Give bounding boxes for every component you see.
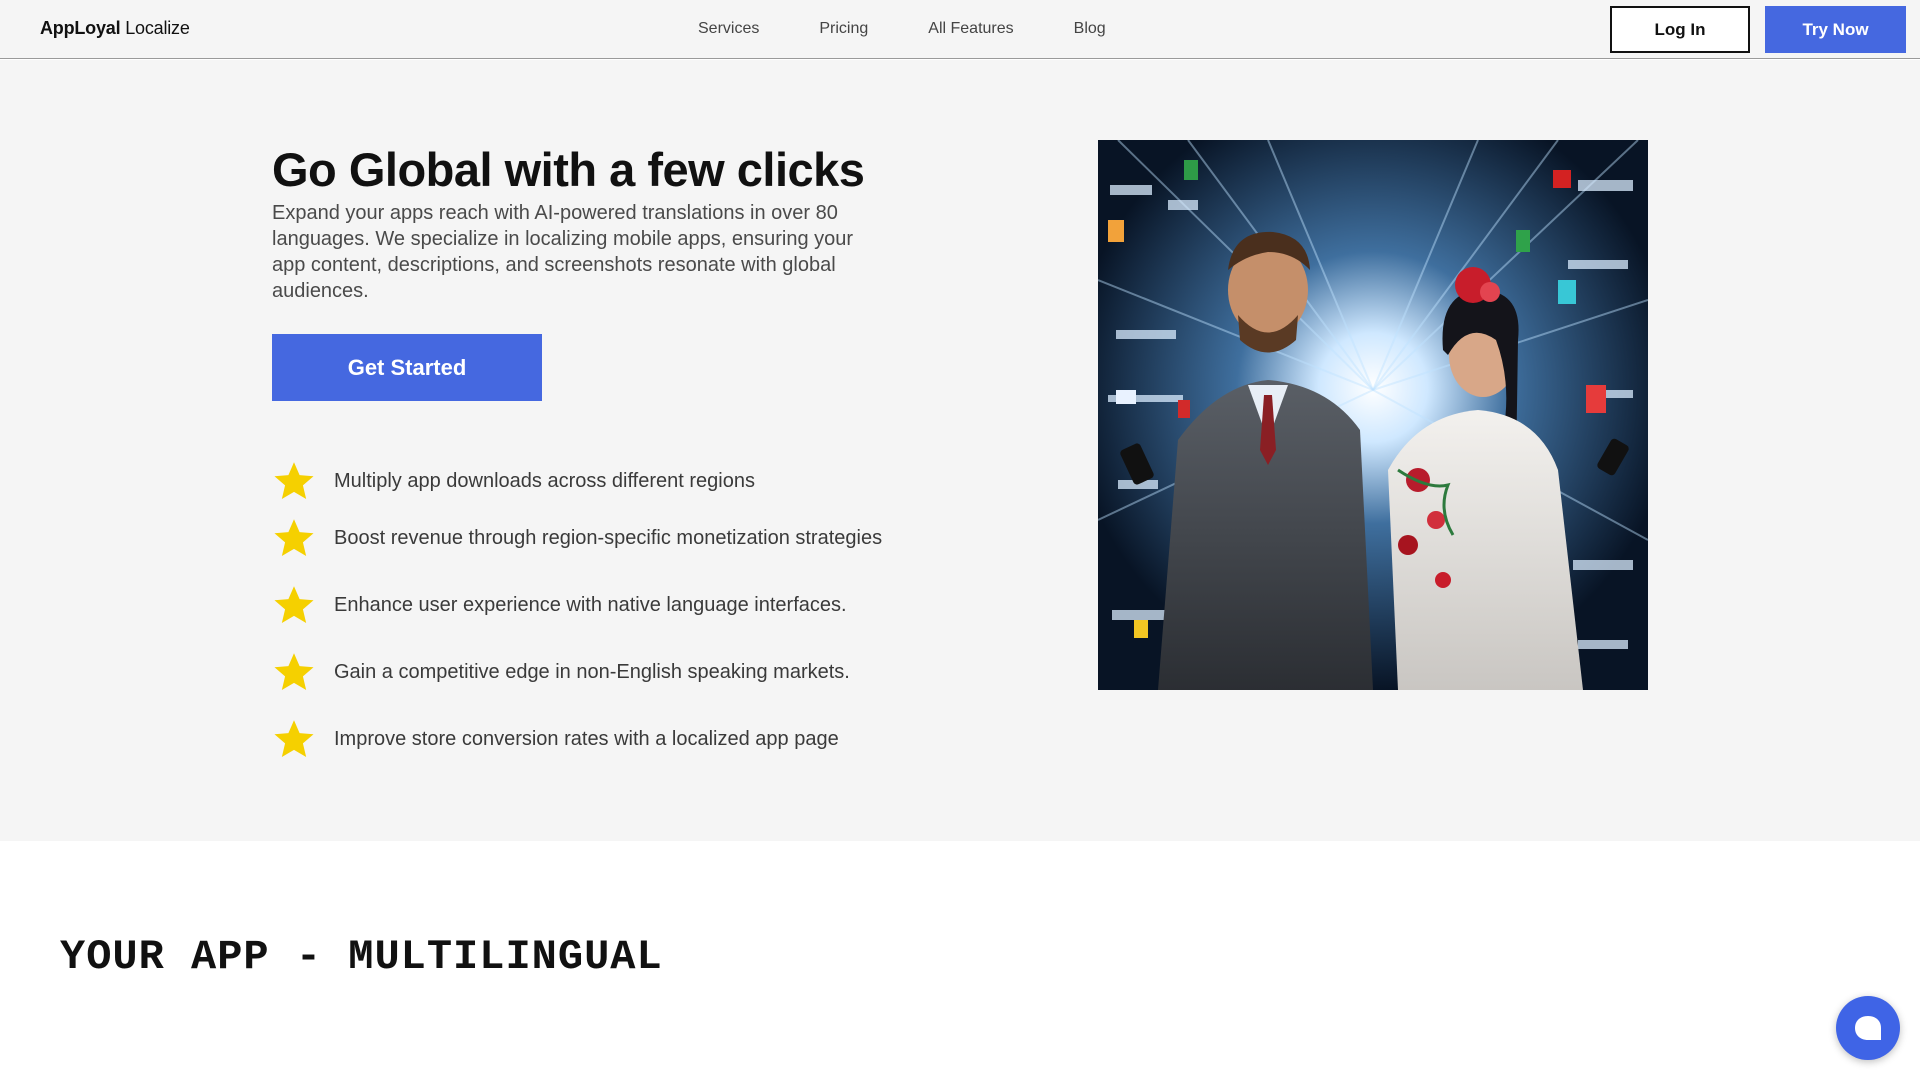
star-icon [274, 519, 314, 557]
benefit-item: Multiply app downloads across different … [272, 459, 894, 503]
try-now-button[interactable]: Try Now [1765, 6, 1906, 53]
logo-brand: AppLoyal [40, 18, 121, 38]
section-title: YOUR APP - MULTILINGUAL [60, 933, 663, 981]
benefit-item: Enhance user experience with native lang… [272, 583, 894, 627]
chat-widget-button[interactable] [1836, 996, 1900, 1060]
main-nav: Services Pricing All Features Blog [698, 20, 1166, 38]
star-icon [274, 653, 314, 691]
nav-link-all-features[interactable]: All Features [928, 20, 1013, 38]
star-icon [274, 720, 314, 758]
logo[interactable]: AppLoyal Localize [40, 18, 190, 39]
nav-link-blog[interactable]: Blog [1074, 20, 1106, 38]
benefit-text: Gain a competitive edge in non-English s… [334, 661, 850, 683]
benefit-text: Boost revenue through region-specific mo… [334, 527, 883, 549]
nav-link-services[interactable]: Services [698, 20, 759, 38]
logo-product: Localize [125, 18, 190, 38]
benefit-text: Enhance user experience with native lang… [334, 594, 847, 616]
nav-link-pricing[interactable]: Pricing [819, 20, 868, 38]
top-navbar: AppLoyal Localize Services Pricing All F… [0, 0, 1920, 59]
star-icon [274, 586, 314, 624]
benefit-item: Improve store conversion rates with a lo… [272, 717, 894, 761]
hero-image [1098, 140, 1648, 690]
hero-description: Expand your apps reach with AI-powered t… [272, 202, 854, 302]
chat-bubble-icon [1855, 1016, 1881, 1040]
hero-title: Go Global with a few clicks [272, 143, 865, 196]
login-button[interactable]: Log In [1610, 6, 1750, 53]
get-started-button[interactable]: Get Started [272, 334, 542, 401]
benefit-text: Improve store conversion rates with a lo… [334, 728, 839, 750]
benefit-item: Boost revenue through region-specific mo… [272, 516, 894, 560]
star-icon [274, 462, 314, 500]
benefit-text: Multiply app downloads across different … [334, 470, 755, 492]
hero-illustration [1098, 140, 1648, 690]
benefit-item: Gain a competitive edge in non-English s… [272, 650, 894, 694]
hero-section: Go Global with a few clicks Expand your … [0, 60, 1920, 841]
